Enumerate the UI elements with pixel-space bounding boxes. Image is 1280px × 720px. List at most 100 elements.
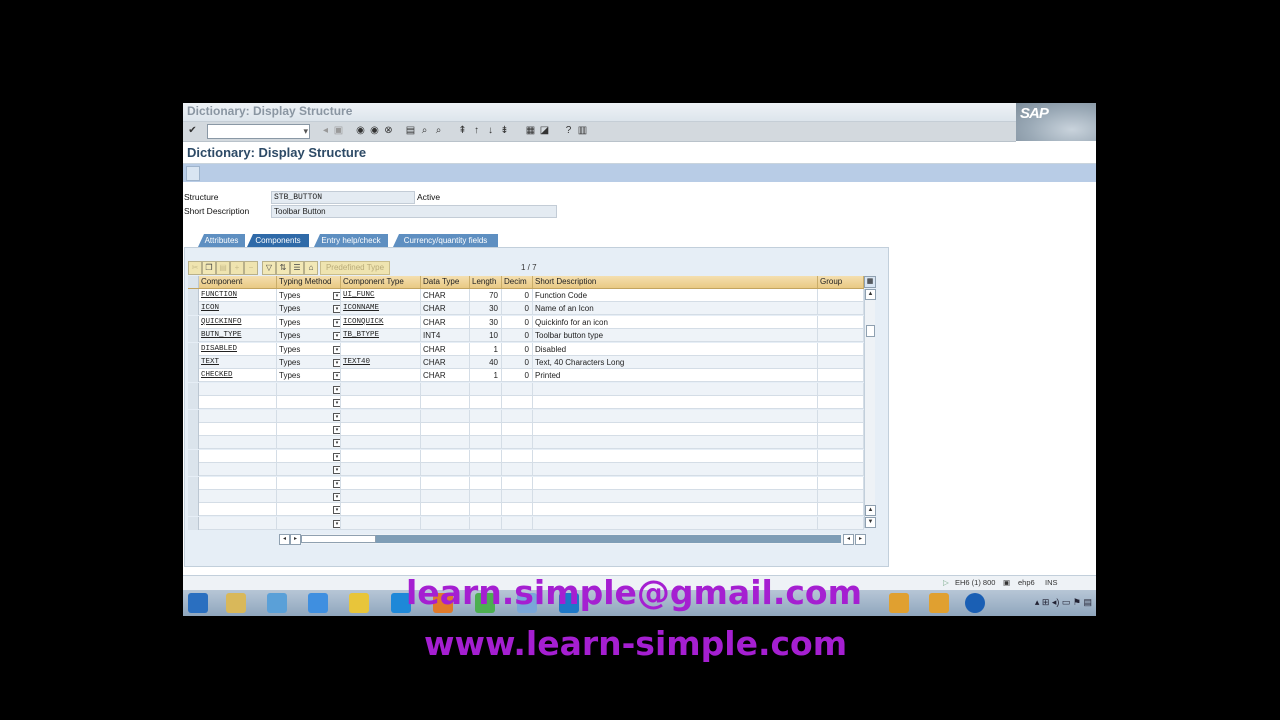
cell-component[interactable]: CHECKED <box>199 369 277 383</box>
tab-components[interactable]: Components <box>247 234 309 247</box>
details-icon[interactable]: ☰ <box>290 261 304 275</box>
cell-component[interactable] <box>199 516 277 530</box>
app-icon[interactable] <box>267 593 287 613</box>
value-help-icon[interactable]: ▾ <box>333 479 340 488</box>
table-row[interactable]: QUICKINFO Types ▾ ICONQUICK CHAR 30 0 Quickinfo… <box>188 315 864 329</box>
cell-comp_type[interactable]: TB_BTYPE <box>341 329 421 343</box>
save-icon[interactable]: ▣ <box>333 125 344 136</box>
value-help-icon[interactable]: ▾ <box>333 466 340 475</box>
cell-comp_type[interactable]: ICONNAME <box>341 302 421 316</box>
select-all-cell[interactable] <box>188 276 199 288</box>
layout-icon[interactable]: ▥ <box>577 125 588 136</box>
table-row[interactable]: ▾ <box>188 476 864 490</box>
print-icon[interactable]: ▤ <box>405 125 416 136</box>
sap-logon-icon[interactable] <box>349 593 369 613</box>
app3-icon[interactable] <box>929 593 949 613</box>
table-row[interactable]: CHECKED Types ▾ CHAR 1 0 Printed <box>188 369 864 383</box>
row-selector[interactable] <box>188 449 199 463</box>
row-selector[interactable] <box>188 490 199 503</box>
value-help-icon[interactable]: ▾ <box>333 372 340 381</box>
cell-comp_type[interactable] <box>341 382 421 396</box>
cell-component[interactable]: FUNCTION <box>199 289 277 302</box>
value-help-icon[interactable]: ▾ <box>333 519 340 528</box>
table-row[interactable]: ICON Types ▾ ICONNAME CHAR 30 0 Name of an Icon <box>188 302 864 316</box>
row-selector[interactable] <box>188 289 199 302</box>
cell-component[interactable] <box>199 503 277 517</box>
cell-component[interactable] <box>199 449 277 463</box>
column-header[interactable]: Typing Method <box>277 276 341 288</box>
cell-component[interactable]: DISABLED <box>199 342 277 356</box>
column-header[interactable]: Length <box>470 276 502 288</box>
cell-component[interactable]: TEXT <box>199 356 277 369</box>
row-selector[interactable] <box>188 463 199 477</box>
row-selector[interactable] <box>188 369 199 383</box>
row-selector[interactable] <box>188 436 199 450</box>
value-help-icon[interactable]: ▾ <box>333 426 340 434</box>
cell-component[interactable]: BUTN_TYPE <box>199 329 277 343</box>
table-row[interactable]: ▾ <box>188 490 864 503</box>
copy-icon[interactable]: ❐ <box>202 261 216 275</box>
cancel-icon[interactable]: ⊗ <box>383 125 394 136</box>
hierarchy-icon[interactable]: ⌂ <box>304 261 318 275</box>
scroll-right-icon[interactable]: ▸ <box>855 534 866 545</box>
cell-comp_type[interactable]: TEXT40 <box>341 356 421 369</box>
row-selector[interactable] <box>188 356 199 369</box>
cell-component[interactable] <box>199 396 277 410</box>
explorer-icon[interactable] <box>226 593 246 613</box>
cell-comp_type[interactable] <box>341 503 421 517</box>
value-help-icon[interactable]: ▾ <box>333 493 340 501</box>
app2-icon[interactable] <box>889 593 909 613</box>
scroll-down-icon[interactable]: ▼ <box>865 517 876 528</box>
cell-component[interactable] <box>199 463 277 477</box>
cell-comp_type[interactable] <box>341 476 421 490</box>
cell-comp_type[interactable] <box>341 436 421 450</box>
scroll-up-bottom-icon[interactable]: ▲ <box>865 505 876 516</box>
filter-icon[interactable]: ▽ <box>262 261 276 275</box>
cell-comp_type[interactable] <box>341 369 421 383</box>
table-row[interactable]: ▾ <box>188 423 864 436</box>
table-row[interactable]: DISABLED Types ▾ CHAR 1 0 Disabled <box>188 342 864 356</box>
hscroll-track[interactable] <box>301 535 841 543</box>
row-selector[interactable] <box>188 342 199 356</box>
short-description-field[interactable]: Toolbar Button <box>271 205 557 218</box>
value-help-icon[interactable]: ▾ <box>333 359 340 367</box>
row-selector[interactable] <box>188 396 199 410</box>
last-page-icon[interactable]: ⇟ <box>499 125 510 136</box>
app-toolbar-button[interactable] <box>186 166 200 181</box>
scroll-right-small-icon[interactable]: ▸ <box>290 534 301 545</box>
cell-comp_type[interactable] <box>341 449 421 463</box>
find-next-icon[interactable]: ⌕ <box>433 125 444 136</box>
cell-component[interactable] <box>199 423 277 436</box>
table-row[interactable]: ▾ <box>188 503 864 517</box>
cell-comp_type[interactable] <box>341 423 421 436</box>
cell-component[interactable]: ICON <box>199 302 277 316</box>
first-page-icon[interactable]: ⇞ <box>457 125 468 136</box>
value-help-icon[interactable]: ▾ <box>333 292 340 300</box>
insert-row-icon[interactable]: + <box>230 261 244 275</box>
value-help-icon[interactable]: ▾ <box>333 345 340 354</box>
cell-component[interactable] <box>199 436 277 450</box>
cell-component[interactable]: QUICKINFO <box>199 315 277 329</box>
table-row[interactable]: ▾ <box>188 516 864 530</box>
delete-row-icon[interactable]: − <box>244 261 258 275</box>
table-row[interactable]: ▾ <box>188 463 864 477</box>
status-toggle-icon[interactable]: ▷ <box>943 578 949 587</box>
value-help-icon[interactable]: ▾ <box>333 385 340 394</box>
tab-currency-quantity-fields[interactable]: Currency/quantity fields <box>393 234 498 247</box>
help-tray-icon[interactable] <box>965 593 985 613</box>
value-help-icon[interactable]: ▾ <box>333 332 340 341</box>
cell-comp_type[interactable] <box>341 463 421 477</box>
shortcut-icon[interactable]: ◪ <box>539 125 550 136</box>
command-field[interactable]: ▾ <box>207 124 310 139</box>
table-row[interactable]: BUTN_TYPE Types ▾ TB_BTYPE INT4 10 0 Toolbar bu… <box>188 329 864 343</box>
row-selector[interactable] <box>188 329 199 343</box>
row-selector[interactable] <box>188 409 199 423</box>
exit-icon[interactable]: ◉ <box>369 125 380 136</box>
cell-comp_type[interactable]: UI_FUNC <box>341 289 421 302</box>
structure-field[interactable]: STB_BUTTON <box>271 191 415 204</box>
help-icon[interactable]: ? <box>563 125 574 136</box>
enter-icon[interactable]: ✔ <box>187 125 198 136</box>
table-row[interactable]: ▾ <box>188 409 864 423</box>
tab-attributes[interactable]: Attributes <box>198 234 245 247</box>
row-selector[interactable] <box>188 503 199 517</box>
